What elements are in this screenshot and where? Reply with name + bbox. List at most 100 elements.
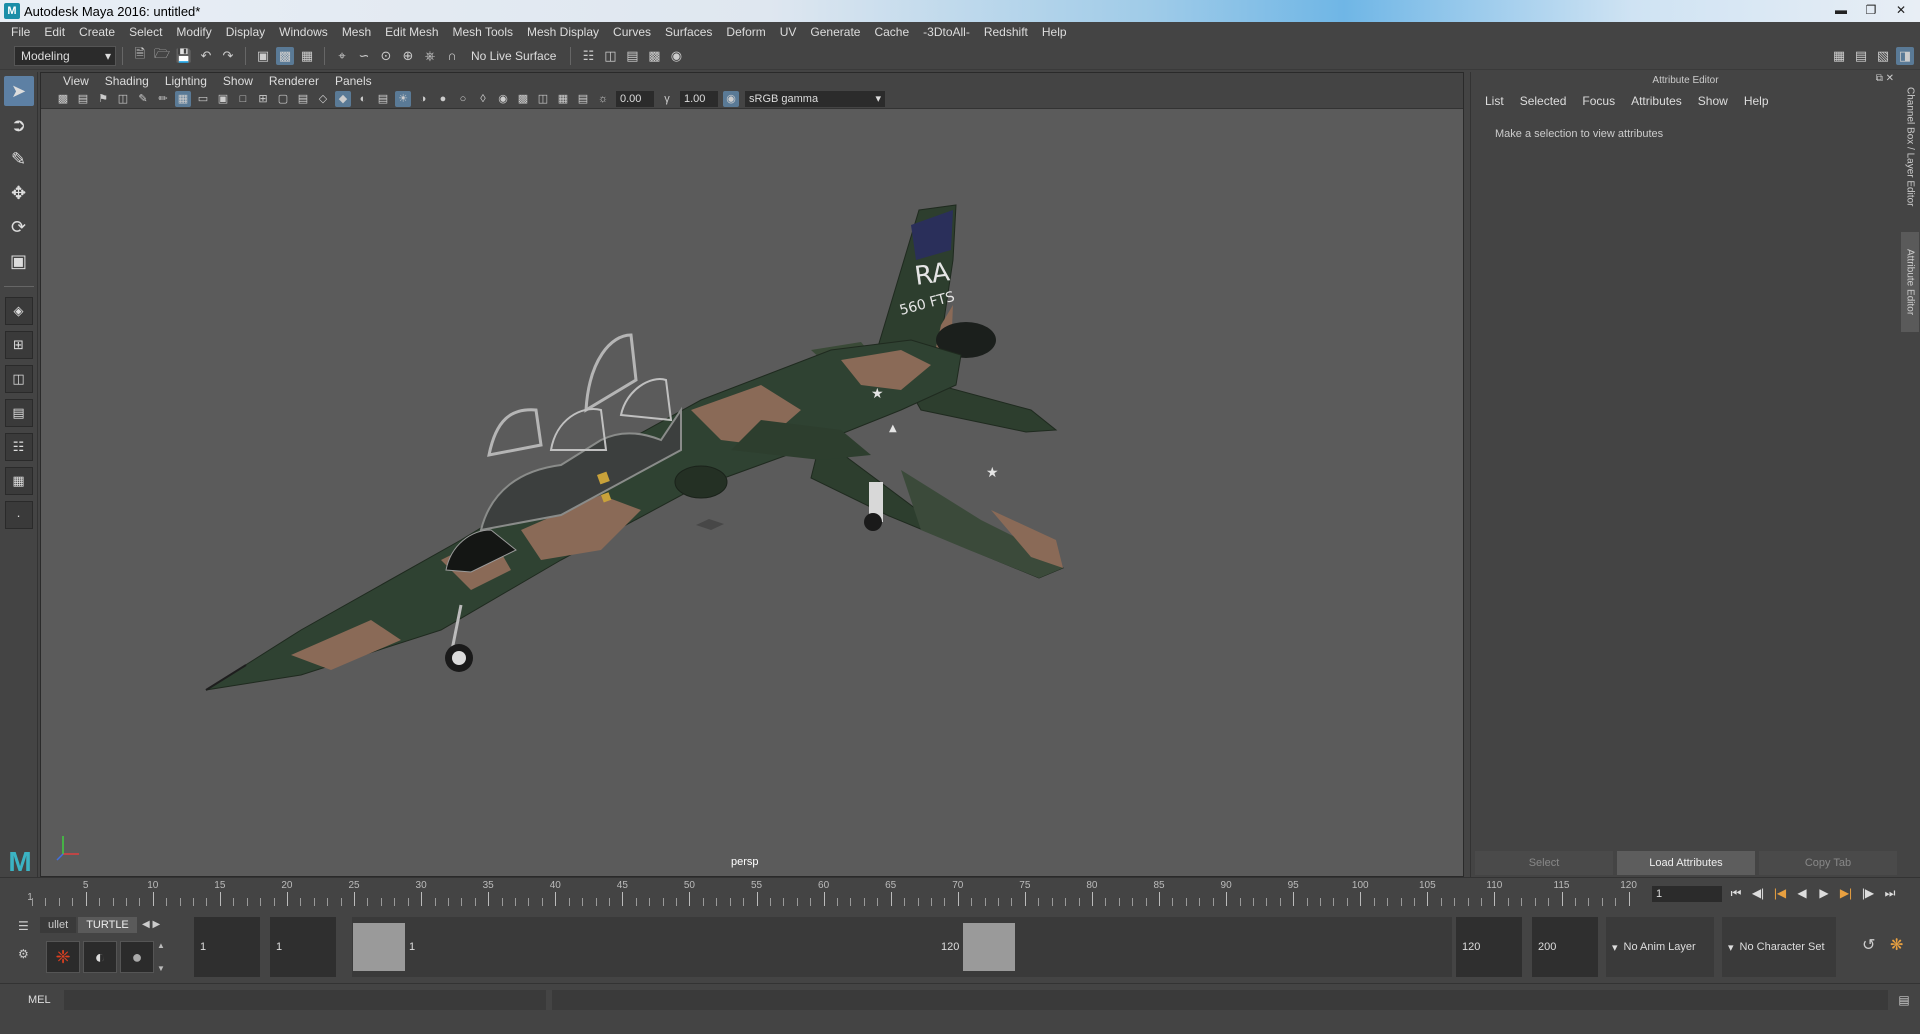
grid-icon[interactable]: ▦ <box>175 90 191 107</box>
render-view-icon[interactable]: ▩ <box>645 47 663 65</box>
copy-tab-button[interactable]: Copy Tab <box>1759 851 1897 875</box>
panel-menu-renderer[interactable]: Renderer <box>261 74 327 88</box>
step-back-frame-icon[interactable]: |◀ <box>1772 884 1788 902</box>
xray-icon[interactable]: ◫ <box>535 91 551 107</box>
panel-menu-view[interactable]: View <box>55 74 97 88</box>
use-all-lights-icon[interactable]: ☀ <box>395 90 411 107</box>
resolution-gate-icon[interactable]: ▣ <box>215 91 231 107</box>
turtle-sphere-icon[interactable]: ● <box>120 941 154 973</box>
modeling-toolkit-icon[interactable]: ▦ <box>1830 47 1848 65</box>
mel-label[interactable]: MEL <box>28 994 51 1006</box>
ae-menu-help[interactable]: Help <box>1736 94 1777 108</box>
persp-graph-layout-icon[interactable]: ▤ <box>4 399 33 427</box>
auto-key-icon[interactable]: ↺ <box>1862 935 1875 955</box>
new-scene-icon[interactable]: 🗎 <box>131 46 149 65</box>
range-start-handle[interactable] <box>353 923 405 971</box>
menu-cache[interactable]: Cache <box>867 25 916 39</box>
turtle-bake-icon[interactable]: ◐ <box>83 941 117 973</box>
render-settings-icon[interactable]: ☷ <box>579 47 597 65</box>
gamma-icon[interactable]: γ <box>659 91 675 107</box>
grease-pencil-icon[interactable]: ✏ <box>155 91 171 107</box>
time-slider[interactable]: 1 5 10 15 20 25 30 35 40 45 50 55 60 65 70 75 80 85 90 95 1… <box>0 877 1920 909</box>
open-scene-icon[interactable]: 🗁 <box>153 46 171 65</box>
menu-create[interactable]: Create <box>72 25 122 39</box>
menu-edit-mesh[interactable]: Edit Mesh <box>378 25 445 39</box>
menu-mesh-display[interactable]: Mesh Display <box>520 25 606 39</box>
shelf-tab-bullet[interactable]: ullet <box>40 917 77 933</box>
select-object-icon[interactable]: ▩ <box>276 46 294 65</box>
load-attributes-button[interactable]: Load Attributes <box>1617 851 1755 875</box>
menu-modify[interactable]: Modify <box>169 25 218 39</box>
menu-redshift[interactable]: Redshift <box>977 25 1035 39</box>
snap-grid-icon[interactable]: ⌖ <box>333 47 351 65</box>
menu-windows[interactable]: Windows <box>272 25 335 39</box>
play-forward-icon[interactable]: ▶ <box>1816 884 1832 902</box>
gate-mask-icon[interactable]: □ <box>235 91 251 107</box>
shadows-icon[interactable]: ◑ <box>415 91 431 107</box>
redo-icon[interactable]: ↷ <box>219 47 237 65</box>
menu-help[interactable]: Help <box>1035 25 1074 39</box>
shelf-scroll-arrows[interactable]: ◀ ▶ <box>142 919 160 930</box>
range-slider[interactable]: 1 120 <box>352 917 1452 977</box>
ae-menu-list[interactable]: List <box>1477 94 1512 108</box>
attribute-editor-toggle-icon[interactable]: ▤ <box>1852 47 1870 65</box>
anim-layer-select[interactable]: ▾ No Anim Layer <box>1606 917 1714 977</box>
select-component-icon[interactable]: ▦ <box>298 47 316 65</box>
camera-icon[interactable]: ▩ <box>55 91 71 107</box>
range-end-handle[interactable] <box>963 923 1015 971</box>
select-button[interactable]: Select <box>1475 851 1613 875</box>
animation-preferences-icon[interactable]: ❋ <box>1890 935 1903 955</box>
film-gate-icon[interactable]: ▭ <box>195 91 211 107</box>
paint-select-tool-icon[interactable]: ✎ <box>4 144 34 174</box>
shelf-menu-icon[interactable]: ☰ ⚙ <box>18 919 38 975</box>
ae-menu-show[interactable]: Show <box>1690 94 1736 108</box>
menu-select[interactable]: Select <box>122 25 169 39</box>
wireframe-on-shaded-icon[interactable]: ◐ <box>355 91 371 107</box>
playback-start-field[interactable]: 1 <box>270 917 336 977</box>
exposure-field[interactable]: 0.00 <box>616 90 654 107</box>
lasso-tool-icon[interactable]: ➲ <box>4 110 34 140</box>
smooth-shade-icon[interactable]: ◆ <box>335 90 351 107</box>
persp-outliner-layout-icon[interactable]: ◫ <box>4 365 33 393</box>
wireframe-icon[interactable]: ◇ <box>315 91 331 107</box>
menu-file[interactable]: File <box>4 25 37 39</box>
panel-menu-shading[interactable]: Shading <box>97 74 157 88</box>
3d-viewport[interactable]: RA 560 FTS ★ ★ ▲ persp <box>41 110 1463 876</box>
bookmark-icon[interactable]: ⚑ <box>95 91 111 107</box>
step-forward-key-icon[interactable]: |▶ <box>1860 884 1876 902</box>
select-hierarchy-icon[interactable]: ▣ <box>254 47 272 65</box>
menu-3dtoall[interactable]: -3DtoAll- <box>916 25 977 39</box>
go-to-start-icon[interactable]: ⏮ <box>1728 884 1744 902</box>
menu-deform[interactable]: Deform <box>719 25 772 39</box>
mode-select[interactable]: Modeling ▾ <box>14 45 116 66</box>
color-space-select[interactable]: sRGB gamma ▾ <box>745 90 885 107</box>
ambient-occlusion-icon[interactable]: ● <box>435 91 451 107</box>
snap-view-plane-icon[interactable]: ⊕ <box>399 47 417 65</box>
panel-menu-show[interactable]: Show <box>215 74 261 88</box>
menu-generate[interactable]: Generate <box>803 25 867 39</box>
current-frame-field[interactable]: 1 <box>1652 886 1722 902</box>
ae-menu-focus[interactable]: Focus <box>1574 94 1623 108</box>
undo-icon[interactable]: ↶ <box>197 47 215 65</box>
shelf-tab-turtle[interactable]: TURTLE <box>78 917 137 933</box>
menu-display[interactable]: Display <box>219 25 272 39</box>
script-editor-icon[interactable]: ▤ <box>1896 992 1912 1008</box>
menu-mesh[interactable]: Mesh <box>335 25 378 39</box>
snap-curve-icon[interactable]: ∽ <box>355 47 373 65</box>
outliner-layout-icon[interactable]: ☷ <box>4 433 33 461</box>
menu-surfaces[interactable]: Surfaces <box>658 25 719 39</box>
character-set-select[interactable]: ▾ No Character Set <box>1722 917 1836 977</box>
go-to-end-icon[interactable]: ⏭ <box>1882 884 1898 902</box>
render-frame-icon[interactable]: ◫ <box>601 47 619 65</box>
rotate-tool-icon[interactable]: ⟳ <box>4 212 34 242</box>
hypershade-icon[interactable]: ◉ <box>667 47 685 65</box>
minimize-icon[interactable]: ▬ <box>1828 1 1854 19</box>
scale-tool-icon[interactable]: ▣ <box>4 246 34 276</box>
depth-of-field-icon[interactable]: ◉ <box>495 91 511 107</box>
field-chart-icon[interactable]: ⊞ <box>255 91 271 107</box>
antialiasing-icon[interactable]: ◊ <box>475 91 491 107</box>
live-surface-label[interactable]: No Live Surface <box>471 49 556 63</box>
ae-menu-attributes[interactable]: Attributes <box>1623 94 1690 108</box>
shelf-scroll[interactable]: ▲ ▼ <box>154 941 168 973</box>
snap-point-icon[interactable]: ⊙ <box>377 47 395 65</box>
